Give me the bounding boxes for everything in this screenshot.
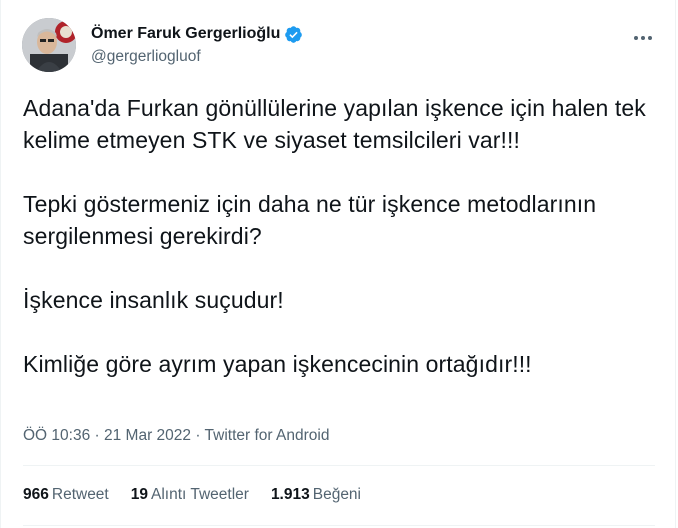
retweets-count: 966 [23,486,49,503]
meta-separator: · [94,427,104,444]
tweet-source[interactable]: Twitter for Android [205,427,330,444]
avatar[interactable] [22,18,76,72]
tweet-paragraph: Adana'da Furkan gönüllülerine yapılan iş… [23,95,646,153]
tweet-paragraph: Kimliğe göre ayrım yapan işkencecinin or… [23,351,532,377]
divider [23,465,655,466]
likes-stat[interactable]: 1.913 Beğeni [271,486,361,504]
tweet-date[interactable]: 21 Mar 2022 [104,427,191,444]
likes-label: Beğeni [312,486,361,503]
meta-separator: · [195,427,205,444]
tweet-header: Ömer Faruk Gergerlioğlu @gergerliogluof [22,18,659,76]
author-handle[interactable]: @gergerliogluof [91,48,303,66]
tweet-time[interactable]: ÖÖ 10:36 [23,427,90,444]
avatar-image [22,18,76,72]
tweet-text: Adana'da Furkan gönüllülerine yapılan iş… [23,92,663,380]
author-names: Ömer Faruk Gergerlioğlu @gergerliogluof [91,24,303,66]
retweets-label: Retweet [51,486,109,503]
quotes-count: 19 [130,486,148,503]
tweet-paragraph: Tepki göstermeniz için daha ne tür işken… [23,191,597,249]
likes-count: 1.913 [270,486,310,503]
quotes-label: Alıntı Tweetler [151,486,249,503]
divider [23,525,655,526]
author-display-name[interactable]: Ömer Faruk Gergerlioğlu [91,25,280,43]
more-options-icon[interactable] [631,28,655,48]
tweet-stats: 966 Retweet 19 Alıntı Tweetler 1.913 Beğeni [23,486,383,504]
quotes-stat[interactable]: 19 Alıntı Tweetler [131,486,249,504]
tweet-card: Ömer Faruk Gergerlioğlu @gergerliogluof … [0,0,676,528]
tweet-paragraph: İşkence insanlık suçudur! [23,287,284,313]
retweets-stat[interactable]: 966 Retweet [23,486,109,504]
verified-badge-icon [284,25,303,44]
tweet-metadata: ÖÖ 10:36 · 21 Mar 2022 · Twitter for And… [23,427,329,445]
